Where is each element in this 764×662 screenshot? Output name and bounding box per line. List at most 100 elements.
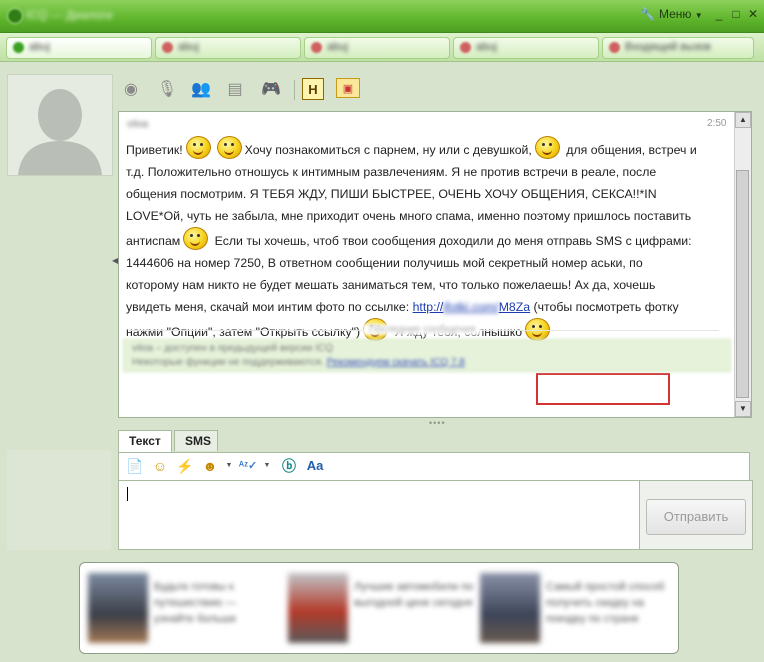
- icq-logo-icon: [7, 8, 23, 24]
- chat-history[interactable]: vitoa 2:50 Приветик! Хочу познакомиться с…: [118, 111, 752, 418]
- message-line: общения посмотрим. Я ТЕБЯ ЖДУ, ПИШИ БЫСТ…: [126, 187, 657, 201]
- send-panel: Отправить: [640, 480, 753, 550]
- message-text: нажми "Опции", затем "Открыть ссылку"): [126, 325, 361, 339]
- message-body: Приветик! Хочу познакомиться с парнем, ну…: [126, 136, 729, 343]
- smiley-icon: [534, 136, 560, 159]
- window-title: ICQ — Диалоги: [26, 8, 113, 22]
- history-icon[interactable]: H: [302, 78, 324, 100]
- send-button[interactable]: Отправить: [646, 499, 746, 535]
- toolbar-divider: [294, 80, 295, 100]
- chevron-down-icon[interactable]: ▼: [219, 457, 239, 475]
- link-suffix: M8Za: [498, 300, 531, 314]
- title-bar: ICQ — Диалоги 🔧 Меню ▼ _ □ ✕: [0, 0, 764, 33]
- text-caret: [127, 487, 128, 501]
- scroll-down-icon[interactable]: ▼: [735, 401, 751, 417]
- system-notice: vitoa – доступен в предыдущей версии ICQ…: [123, 339, 731, 372]
- history-separator-label: Последние сообщения: [363, 324, 482, 335]
- chevron-down-icon[interactable]: ▼: [257, 457, 277, 475]
- files-icon[interactable]: ▤: [224, 78, 246, 100]
- contact-tab[interactable]: abuj: [6, 37, 152, 59]
- message-line: которому нам никто не будет мешать заним…: [126, 278, 656, 292]
- spellcheck-icon[interactable]: ᴬᶻ✓: [238, 457, 258, 475]
- tab-sms[interactable]: SMS: [174, 430, 218, 451]
- tab-text[interactable]: Текст: [118, 430, 172, 453]
- spam-link[interactable]: http://ifotki.com/M8Za: [413, 300, 531, 314]
- message-time: 2:50: [707, 118, 727, 129]
- angry-smiley-icon: [183, 227, 209, 250]
- contact-tab-label: abuj: [178, 41, 199, 53]
- microphone-icon[interactable]: 🎙: [156, 78, 178, 100]
- message-text: для общения, встреч и: [566, 143, 697, 157]
- message-text: Если ты хочешь, чтоб твои сообщения дохо…: [214, 234, 692, 248]
- expand-sidebar-icon[interactable]: ◀: [112, 256, 118, 265]
- minimize-button[interactable]: _: [712, 7, 726, 21]
- avatar[interactable]: [7, 74, 113, 176]
- contact-tab[interactable]: abuj: [155, 37, 301, 59]
- ad-text: Лучшие автомобили по выгодной цене сегод…: [354, 581, 474, 609]
- message-line: увидеть меня, скачай мои интим фото по с…: [126, 296, 729, 318]
- send-file-icon[interactable]: ⓑ: [279, 457, 299, 475]
- status-icon: [13, 42, 24, 53]
- system-notice-line: vitoa – доступен в предыдущей версии ICQ: [132, 343, 333, 354]
- buzz-icon[interactable]: ⚡: [175, 457, 195, 475]
- ad-text: Будьте готовы к путешествию — узнайте бо…: [154, 581, 237, 625]
- ad-banner[interactable]: Будьте готовы к путешествию — узнайте бо…: [79, 562, 679, 654]
- message-line: т.д. Положительно отношусь к интимным ра…: [126, 165, 657, 179]
- attach-file-icon[interactable]: 📄: [125, 457, 145, 475]
- webcam-icon[interactable]: ◉: [120, 78, 142, 100]
- status-icon: [162, 42, 173, 53]
- scroll-up-icon[interactable]: ▲: [735, 112, 751, 128]
- message-text: Приветик!: [126, 143, 183, 157]
- avatar-silhouette-icon: [8, 75, 112, 175]
- contact-tab-label: Входящий вызов: [625, 41, 711, 53]
- status-icon: [460, 42, 471, 53]
- scroll-thumb[interactable]: [736, 170, 749, 398]
- font-icon[interactable]: Aa: [305, 457, 325, 475]
- message-sender: vitoa: [127, 119, 149, 130]
- contact-tab[interactable]: abuj: [453, 37, 599, 59]
- input-toolbar: 📄 ☺ ⚡ ☻ ▼ ᴬᶻ✓ ▼ ⓑ Aa: [118, 452, 750, 480]
- menu-label: Меню: [658, 7, 692, 21]
- chat-scrollbar[interactable]: ▲ ▼: [734, 112, 751, 417]
- contact-tab[interactable]: abuj: [304, 37, 450, 59]
- message-line: антиспам Если ты хочешь, чтоб твои сообщ…: [126, 227, 729, 252]
- sidebar-panel: [7, 450, 111, 550]
- contact-tab[interactable]: Входящий вызов: [602, 37, 754, 59]
- smiley-icon: [185, 136, 211, 159]
- highlight-box: [536, 373, 670, 405]
- message-text: (чтобы посмотреть фотку: [533, 300, 679, 314]
- emoticon-pack-icon[interactable]: ☻: [200, 457, 220, 475]
- ad-text: Самый простой способ получить скидку на …: [546, 581, 665, 625]
- profile-card-icon[interactable]: ▣: [336, 78, 360, 98]
- wrench-icon: 🔧: [640, 7, 655, 21]
- maximize-button[interactable]: □: [729, 7, 743, 21]
- menu-button[interactable]: 🔧 Меню ▼: [640, 7, 703, 21]
- contact-tab-label: abuj: [29, 41, 50, 53]
- message-line: LOVE*Ой, чуть не забыла, мне приходит оч…: [126, 209, 692, 223]
- chevron-down-icon: ▼: [694, 11, 703, 20]
- contact-tabs-bar: abuj abuj abuj abuj Входящий вызов: [0, 33, 764, 62]
- smiley-icon: [216, 136, 242, 159]
- ad-image: [480, 573, 540, 643]
- ad-image: [288, 573, 348, 643]
- status-icon: [609, 42, 620, 53]
- resize-grip[interactable]: ••••: [429, 418, 446, 428]
- smiley-icon[interactable]: ☺: [150, 457, 170, 475]
- close-button[interactable]: ✕: [746, 7, 760, 21]
- games-icon[interactable]: 🎮: [260, 78, 282, 100]
- ad-image: [88, 573, 148, 643]
- system-notice-line: Некоторые функции не поддерживаются. Рек…: [132, 356, 722, 370]
- system-notice-text: Некоторые функции не поддерживаются.: [132, 357, 324, 368]
- message-text: увидеть меня, скачай мои интим фото по с…: [126, 300, 410, 314]
- contacts-icon[interactable]: 👥: [190, 78, 212, 100]
- message-text: Хочу познакомиться с парнем, ну или с де…: [244, 143, 532, 157]
- link-hidden: ifotki.com/: [443, 300, 499, 314]
- message-text: антиспам: [126, 234, 181, 248]
- message-line: Приветик! Хочу познакомиться с парнем, ну…: [126, 136, 729, 161]
- upgrade-link[interactable]: Рекомендуем скачать ICQ 7.8: [327, 357, 465, 368]
- link-prefix: http://: [412, 300, 444, 314]
- contact-tab-label: abuj: [476, 41, 497, 53]
- message-line: 1444606 на номер 7250, В ответном сообще…: [126, 256, 643, 270]
- message-input[interactable]: [118, 480, 640, 550]
- contact-tab-label: abuj: [327, 41, 348, 53]
